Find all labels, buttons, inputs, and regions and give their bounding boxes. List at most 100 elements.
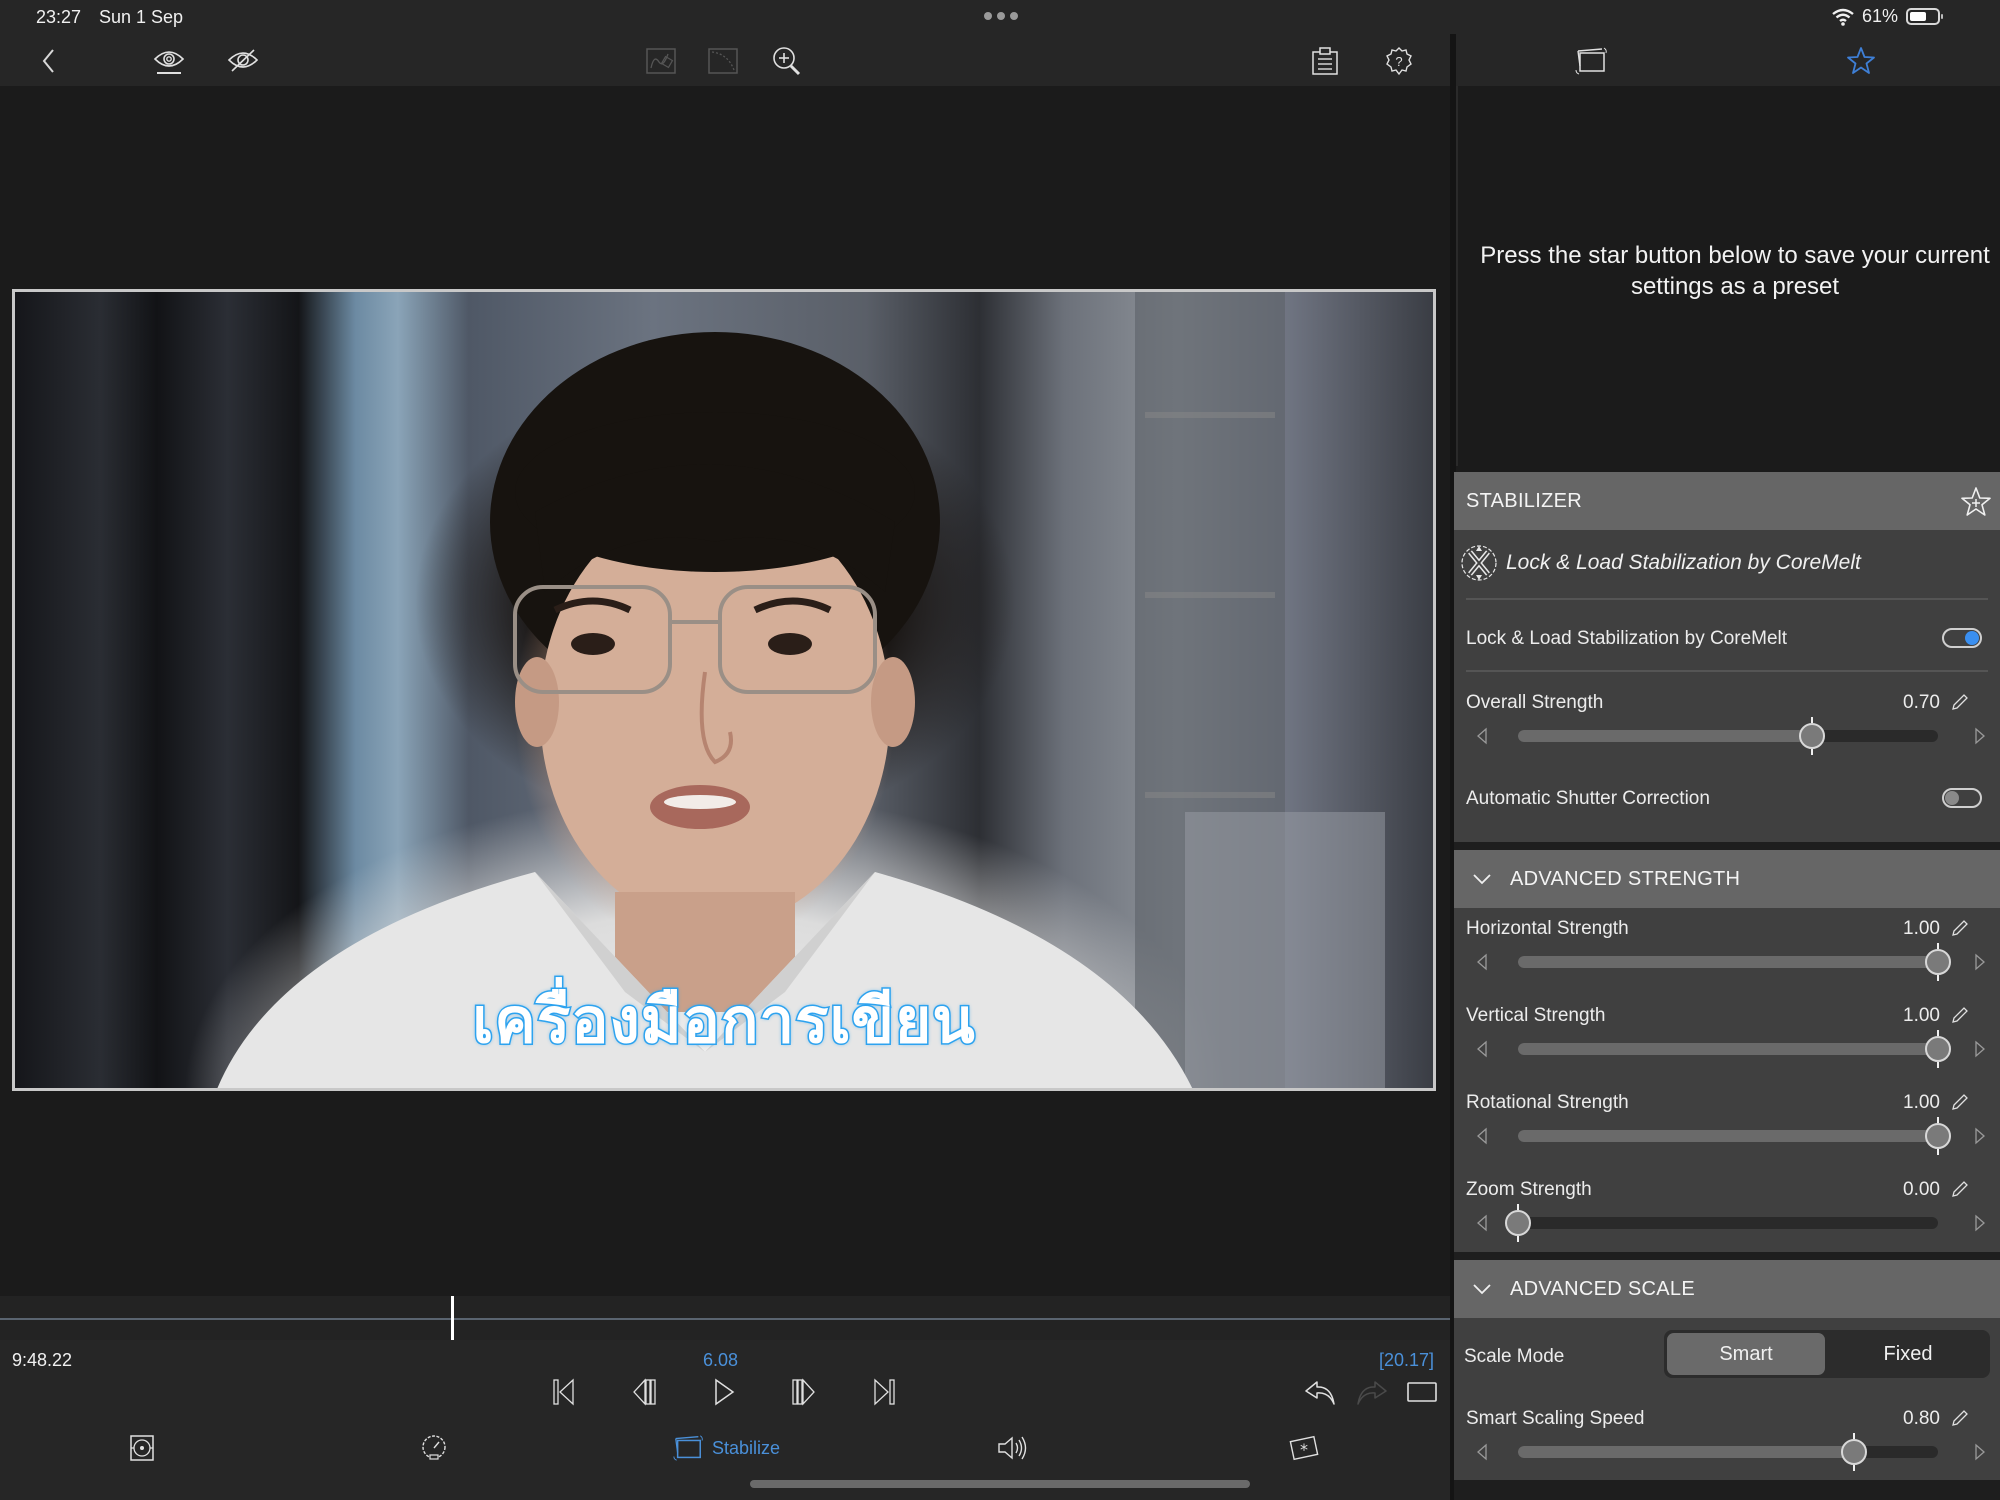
- horizontal-strength-edit-button[interactable]: [1950, 918, 1970, 938]
- smart-scaling-speed-edit-button[interactable]: [1950, 1408, 1970, 1428]
- advanced-scale-header[interactable]: ADVANCED SCALE: [1454, 1260, 2000, 1318]
- top-toolbar: ?: [0, 34, 1450, 86]
- undo-icon: [1303, 1378, 1337, 1406]
- shutter-correction-toggle[interactable]: [1942, 788, 1982, 808]
- redo-button[interactable]: [1352, 1372, 1392, 1412]
- add-preset-star-button[interactable]: [1960, 486, 1992, 518]
- tab-transform[interactable]: [128, 1430, 156, 1466]
- curve-tool-button[interactable]: [706, 44, 740, 78]
- stabilizer-header[interactable]: STABILIZER: [1454, 472, 2000, 530]
- back-button[interactable]: [32, 44, 66, 78]
- help-settings-button[interactable]: ?: [1382, 44, 1416, 78]
- slider-thumb[interactable]: [1841, 1433, 1867, 1471]
- notes-button[interactable]: [1308, 44, 1342, 78]
- eye-slash-icon: [227, 48, 259, 74]
- skip-to-start-button[interactable]: [544, 1372, 584, 1412]
- video-frame[interactable]: เครื่องมือการเขียน: [12, 289, 1436, 1091]
- show-overlay-button[interactable]: [152, 44, 186, 78]
- plugin-name: Lock & Load Stabilization by CoreMelt: [1506, 551, 1861, 574]
- increment-arrow-button[interactable]: [1972, 1213, 1988, 1233]
- zoom-strength-edit-button[interactable]: [1950, 1179, 1970, 1199]
- advanced-strength-body: Horizontal Strength 1.00 Vertical Streng…: [1454, 908, 2000, 1252]
- slider-thumb[interactable]: [1799, 717, 1825, 755]
- overall-strength-value: 0.70: [1903, 692, 1940, 713]
- svg-text:?: ?: [1395, 54, 1402, 69]
- slider-thumb[interactable]: [1505, 1204, 1531, 1242]
- rotational-strength-label: Rotational Strength: [1466, 1092, 1629, 1113]
- zoom-strength-value: 0.00: [1903, 1179, 1940, 1200]
- transport-bar: 9:48.22 6.08 [20.17] Stabilize *: [0, 1340, 1450, 1500]
- increment-arrow-button[interactable]: [1972, 1039, 1988, 1059]
- undo-button[interactable]: [1300, 1372, 1340, 1412]
- slider-thumb[interactable]: [1925, 1117, 1951, 1155]
- decrement-arrow-button[interactable]: [1474, 1039, 1490, 1059]
- stabilizer-body: Lock & Load Stabilization by CoreMelt Lo…: [1454, 530, 2000, 842]
- zoom-in-icon: [771, 45, 803, 77]
- tab-speed[interactable]: [420, 1430, 448, 1466]
- step-back-button[interactable]: [624, 1372, 664, 1412]
- smart-scaling-speed-slider[interactable]: [1454, 1432, 2000, 1472]
- play-button[interactable]: [704, 1372, 744, 1412]
- skip-to-end-button[interactable]: [864, 1372, 904, 1412]
- scale-mode-fixed[interactable]: Fixed: [1829, 1333, 1987, 1375]
- pencil-icon: [1950, 1092, 1970, 1112]
- rotational-strength-edit-button[interactable]: [1950, 1092, 1970, 1112]
- fullscreen-button[interactable]: [1402, 1372, 1442, 1412]
- tab-stabilize[interactable]: Stabilize: [672, 1430, 780, 1466]
- tab-audio[interactable]: [996, 1430, 1028, 1466]
- increment-arrow-button[interactable]: [1972, 952, 1988, 972]
- increment-arrow-button[interactable]: [1972, 726, 1988, 746]
- home-indicator[interactable]: [750, 1480, 1250, 1488]
- video-subtitle: เครื่องมือการเขียน: [471, 983, 977, 1059]
- horizontal-strength-value: 1.00: [1903, 918, 1940, 939]
- stabilize-view-button[interactable]: [1574, 44, 1608, 78]
- step-forward-icon: [791, 1378, 817, 1406]
- mask-tool-button[interactable]: [644, 44, 678, 78]
- vertical-strength-edit-button[interactable]: [1950, 1005, 1970, 1025]
- zoom-strength-slider[interactable]: [1454, 1203, 2000, 1243]
- decrement-arrow-button[interactable]: [1474, 952, 1490, 972]
- decrement-arrow-button[interactable]: [1474, 1442, 1490, 1462]
- tab-effects[interactable]: *: [1288, 1430, 1320, 1466]
- presets-button[interactable]: [1844, 44, 1878, 78]
- vertical-strength-label: Vertical Strength: [1466, 1005, 1606, 1026]
- scale-mode-smart[interactable]: Smart: [1667, 1333, 1825, 1375]
- timeline-scrubber[interactable]: [0, 1296, 1450, 1340]
- horizontal-strength-slider[interactable]: [1454, 942, 2000, 982]
- increment-arrow-button[interactable]: [1972, 1442, 1988, 1462]
- slider-track[interactable]: [1518, 1433, 1938, 1471]
- slider-track[interactable]: [1518, 1117, 1951, 1155]
- advanced-strength-header[interactable]: ADVANCED STRENGTH: [1454, 850, 2000, 908]
- multitasking-dots-icon[interactable]: [984, 12, 1018, 20]
- rotational-strength-slider[interactable]: [1454, 1116, 2000, 1156]
- increment-arrow-button[interactable]: [1972, 1126, 1988, 1146]
- zoom-button[interactable]: [770, 44, 804, 78]
- playhead[interactable]: [450, 1296, 454, 1340]
- overall-strength-edit-button[interactable]: [1950, 692, 1970, 712]
- stabilizer-enable-toggle[interactable]: [1942, 628, 1982, 648]
- speaker-icon: [996, 1434, 1028, 1462]
- hide-overlay-button[interactable]: [226, 44, 260, 78]
- slider-track[interactable]: [1518, 943, 1951, 981]
- step-forward-button[interactable]: [784, 1372, 824, 1412]
- chevron-down-icon: [1472, 1283, 1492, 1295]
- timeline-track[interactable]: [0, 1318, 1450, 1320]
- slider-track[interactable]: [1505, 1204, 1938, 1242]
- status-date: Sun 1 Sep: [99, 7, 184, 27]
- clipboard-icon: [1310, 47, 1340, 75]
- slider-track[interactable]: [1518, 1030, 1951, 1068]
- decrement-arrow-button[interactable]: [1474, 1126, 1490, 1146]
- slider-track[interactable]: [1518, 717, 1938, 755]
- overall-strength-slider[interactable]: [1454, 716, 2000, 756]
- decrement-arrow-button[interactable]: [1474, 1213, 1490, 1233]
- slider-thumb[interactable]: [1925, 943, 1951, 981]
- eye-icon: [153, 47, 185, 75]
- vertical-strength-value: 1.00: [1903, 1005, 1940, 1026]
- slider-fill: [1518, 1043, 1938, 1055]
- decrement-arrow-button[interactable]: [1474, 726, 1490, 746]
- star-icon: [1846, 46, 1876, 76]
- scale-mode-segmented-control[interactable]: Smart Fixed: [1664, 1330, 1990, 1378]
- stabilizer-inspector: STABILIZER Lock & Load Stabilization by …: [1454, 472, 2000, 1500]
- slider-thumb[interactable]: [1925, 1030, 1951, 1068]
- vertical-strength-slider[interactable]: [1454, 1029, 2000, 1069]
